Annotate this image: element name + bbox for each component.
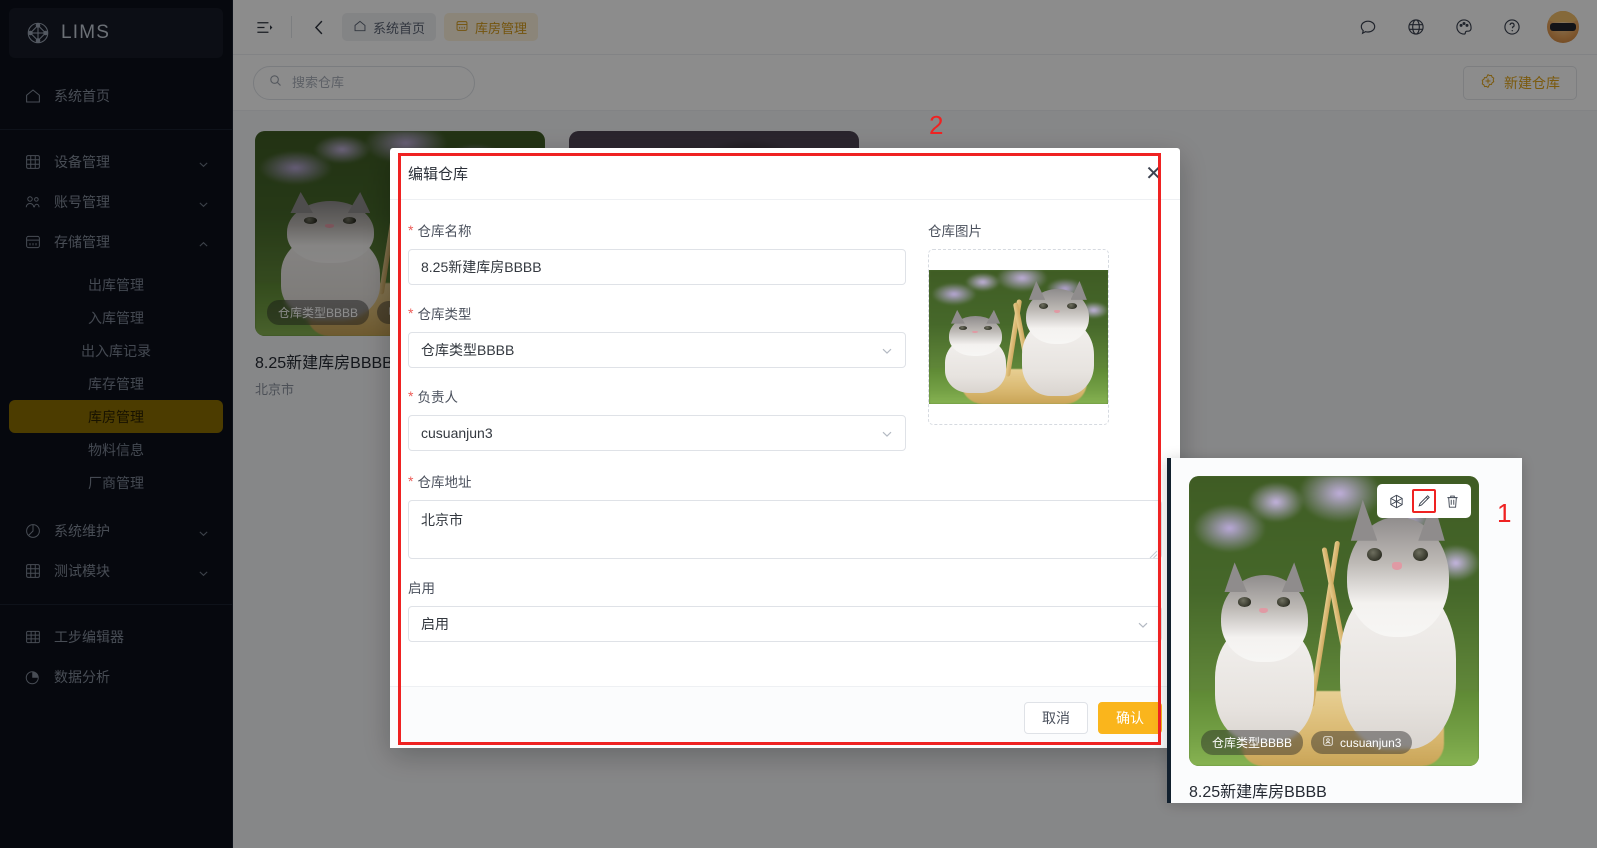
warehouse-address-textarea[interactable]: 北京市: [408, 500, 1162, 559]
popup-card-title: 8.25新建库房BBBB: [1189, 784, 1327, 801]
modal-footer: 取消 确认: [390, 686, 1180, 748]
popup-thumbnail[interactable]: 仓库类型BBBB cusuanjun3: [1189, 476, 1479, 766]
required-marker: *: [408, 473, 414, 489]
chevron-down-icon: [881, 344, 893, 356]
modal-title: 编辑仓库: [408, 166, 469, 183]
owner-label: * 负责人: [408, 386, 906, 406]
chevron-down-icon: [1137, 618, 1149, 630]
field-label-text: 仓库名称: [417, 224, 472, 239]
warehouse-card-popup: 仓库类型BBBB cusuanjun3 8.25新建库房BBBB: [1167, 458, 1522, 803]
field-label-text: 启用: [408, 581, 435, 596]
owner-badge: cusuanjun3: [1311, 731, 1413, 754]
close-icon[interactable]: ✕: [1145, 164, 1162, 184]
field-label-text: 仓库地址: [417, 475, 472, 490]
edit-warehouse-modal: 编辑仓库 ✕ * 仓库名称 8.25新建库房BBBB * 仓库类型 仓库类型BB…: [390, 148, 1180, 748]
chevron-down-icon: [881, 427, 893, 439]
trash-icon[interactable]: [1440, 489, 1464, 513]
warehouse-type-select[interactable]: 仓库类型BBBB: [408, 332, 906, 368]
confirm-button[interactable]: 确认: [1098, 701, 1162, 734]
owner-badge-label: cusuanjun3: [1340, 735, 1402, 750]
cancel-button[interactable]: 取消: [1024, 701, 1088, 734]
warehouse-name-input[interactable]: 8.25新建库房BBBB: [408, 249, 906, 285]
confirm-label: 确认: [1116, 709, 1144, 726]
warehouse-address-label: * 仓库地址: [408, 471, 1162, 491]
field-label-text: 仓库图片: [928, 224, 982, 239]
warehouse-type-value: 仓库类型BBBB: [421, 342, 515, 358]
required-marker: *: [408, 222, 414, 238]
modal-body: * 仓库名称 8.25新建库房BBBB * 仓库类型 仓库类型BBBB * 负责…: [390, 200, 1180, 686]
address-row: * 仓库地址 北京市 启用 启用: [408, 471, 1162, 642]
warehouse-image-uploader[interactable]: [928, 249, 1109, 425]
cancel-label: 取消: [1042, 709, 1070, 726]
warehouse-image-label: 仓库图片: [928, 220, 1118, 240]
warehouse-name-label: * 仓库名称: [408, 220, 906, 240]
enabled-value: 启用: [421, 616, 449, 632]
warehouse-name-value: 8.25新建库房BBBB: [421, 259, 542, 275]
type-badge: 仓库类型BBBB: [1201, 730, 1304, 755]
modal-header: 编辑仓库 ✕: [390, 148, 1180, 200]
resize-grip-icon[interactable]: [1149, 546, 1158, 559]
annotation-number-2: 2: [929, 110, 944, 140]
owner-value: cusuanjun3: [421, 425, 493, 441]
kittens-image: [929, 270, 1108, 404]
annotation-number-1: 1: [1497, 498, 1512, 528]
kittens-image: [1189, 476, 1479, 766]
required-marker: *: [408, 388, 414, 404]
enabled-select[interactable]: 启用: [408, 606, 1162, 642]
warehouse-address-value: 北京市: [421, 512, 463, 528]
field-label-text: 负责人: [417, 390, 458, 405]
owner-select[interactable]: cusuanjun3: [408, 415, 906, 451]
enabled-label: 启用: [408, 577, 1162, 597]
qr-hex-icon[interactable]: [1384, 489, 1408, 513]
field-label-text: 仓库类型: [417, 307, 472, 322]
user-square-icon: [1322, 735, 1334, 750]
required-marker: *: [408, 305, 414, 321]
warehouse-type-label: * 仓库类型: [408, 303, 906, 323]
edit-pencil-icon[interactable]: [1412, 489, 1436, 513]
popup-card-badges: 仓库类型BBBB cusuanjun3: [1201, 730, 1413, 755]
card-hover-actions: [1377, 484, 1471, 518]
uploaded-image-preview: [929, 270, 1108, 404]
